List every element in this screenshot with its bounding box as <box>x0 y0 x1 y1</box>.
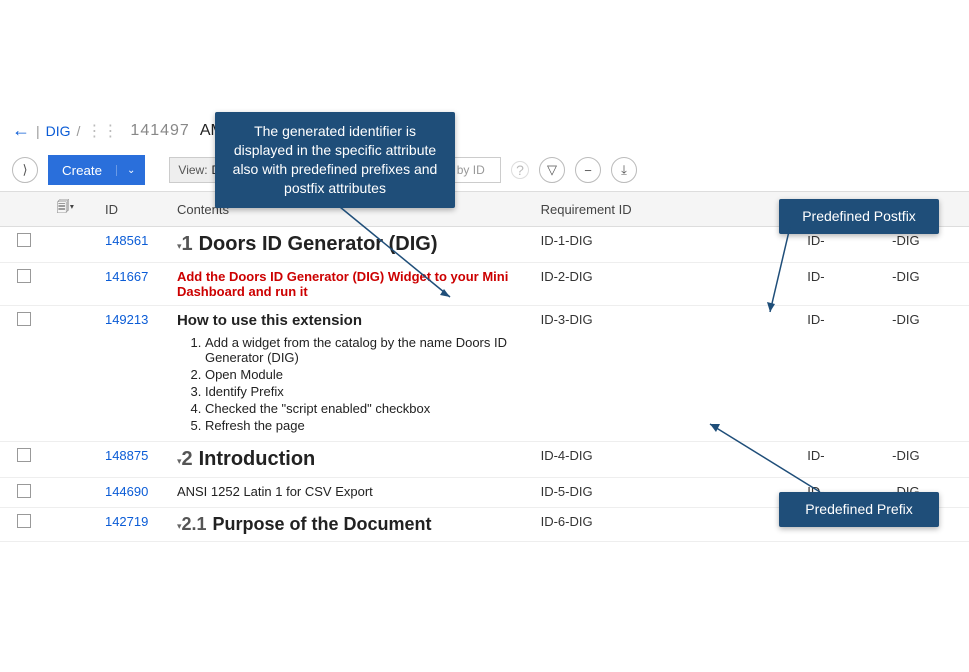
artifact-table: 🗐▾ ID Contents Requirement ID Prefix Pos… <box>0 191 969 542</box>
cell-contents: How to use this extension Add a widget fr… <box>169 306 533 442</box>
artifact-id-link[interactable]: 144690 <box>105 484 148 499</box>
separator: | <box>36 123 40 139</box>
steps-list: Add a widget from the catalog by the nam… <box>205 335 525 433</box>
help-icon[interactable]: ? <box>511 161 529 179</box>
create-button-label: Create <box>48 163 116 178</box>
cell-requirement-id: ID-4-DIG <box>533 442 800 478</box>
table-row[interactable]: 148875 ▾2IntroductionID-4-DIGID--DIG <box>0 442 969 478</box>
cell-contents: Add the Doors ID Generator (DIG) Widget … <box>169 263 533 306</box>
col-requirement-id[interactable]: Requirement ID <box>533 192 800 227</box>
artifact-id-link[interactable]: 148875 <box>105 448 148 463</box>
row-checkbox[interactable] <box>17 514 31 528</box>
callout-prefix: Predefined Prefix <box>779 492 939 527</box>
cell-prefix: ID- <box>799 442 884 478</box>
artifact-id-link[interactable]: 149213 <box>105 312 148 327</box>
artifact-id-link[interactable]: 141667 <box>105 269 148 284</box>
module-icon: ⋮⋮ <box>86 121 118 141</box>
col-actions-icon[interactable]: 🗐▾ <box>48 192 96 227</box>
callout-postfix: Predefined Postfix <box>779 199 939 234</box>
cell-postfix: -DIG <box>884 263 969 306</box>
table-row[interactable]: 149213 How to use this extension Add a wid… <box>0 306 969 442</box>
list-item: Identify Prefix <box>205 384 525 399</box>
chevron-down-icon[interactable]: ⌄ <box>116 165 145 176</box>
list-item: Open Module <box>205 367 525 382</box>
collapse-icon[interactable]: ▾ <box>177 241 182 251</box>
warning-text: Add the Doors ID Generator (DIG) Widget … <box>177 269 525 299</box>
row-checkbox[interactable] <box>17 269 31 283</box>
row-checkbox[interactable] <box>17 312 31 326</box>
save-view-icon[interactable]: ⤓ <box>611 157 637 183</box>
cell-requirement-id: ID-2-DIG <box>533 263 800 306</box>
col-checkbox <box>0 192 48 227</box>
clear-filter-icon[interactable]: − <box>575 157 601 183</box>
separator: / <box>77 123 81 139</box>
collapse-icon[interactable]: ▾ <box>177 521 182 531</box>
cell-postfix: -DIG <box>884 306 969 442</box>
table-row[interactable]: 141667 Add the Doors ID Generator (DIG) W… <box>0 263 969 306</box>
subheading: How to use this extension <box>177 312 525 329</box>
expand-sidebar-icon[interactable]: ⟩ <box>12 157 38 183</box>
cell-requirement-id: ID-5-DIG <box>533 478 800 508</box>
cell-requirement-id: ID-1-DIG <box>533 227 800 263</box>
col-id[interactable]: ID <box>97 192 169 227</box>
cell-requirement-id: ID-6-DIG <box>533 508 800 542</box>
row-checkbox[interactable] <box>17 484 31 498</box>
cell-contents: ANSI 1252 Latin 1 for CSV Export <box>169 478 533 508</box>
row-checkbox[interactable] <box>17 448 31 462</box>
cell-requirement-id: ID-3-DIG <box>533 306 800 442</box>
view-label: View: <box>178 163 207 177</box>
back-arrow-icon[interactable]: ← <box>12 120 30 141</box>
row-checkbox[interactable] <box>17 233 31 247</box>
list-item: Checked the "script enabled" checkbox <box>205 401 525 416</box>
list-item: Refresh the page <box>205 418 525 433</box>
list-item: Add a widget from the catalog by the nam… <box>205 335 525 365</box>
callout-identifier-explanation: The generated identifier is displayed in… <box>215 112 455 208</box>
cell-contents: ▾1Doors ID Generator (DIG) <box>169 227 533 263</box>
cell-contents: ▾2Introduction <box>169 442 533 478</box>
artifact-id-link[interactable]: 142719 <box>105 514 148 529</box>
cell-prefix: ID- <box>799 306 884 442</box>
breadcrumb-root[interactable]: DIG <box>46 123 71 139</box>
breadcrumb: ← | DIG / ⋮⋮ 141497 AMR S ? <box>0 112 969 149</box>
create-button[interactable]: Create ⌄ <box>48 155 145 185</box>
artifact-id: 141497 <box>130 122 189 140</box>
cell-contents: ▾2.1Purpose of the Document <box>169 508 533 542</box>
cell-postfix: -DIG <box>884 442 969 478</box>
cell-prefix: ID- <box>799 263 884 306</box>
body-text: ANSI 1252 Latin 1 for CSV Export <box>177 484 525 499</box>
toolbar: ⟩ Create ⌄ View: DIG View Type to filter… <box>0 149 969 191</box>
filter-funnel-icon[interactable]: ▽ <box>539 157 565 183</box>
artifact-id-link[interactable]: 148561 <box>105 233 148 248</box>
collapse-icon[interactable]: ▾ <box>177 456 182 466</box>
